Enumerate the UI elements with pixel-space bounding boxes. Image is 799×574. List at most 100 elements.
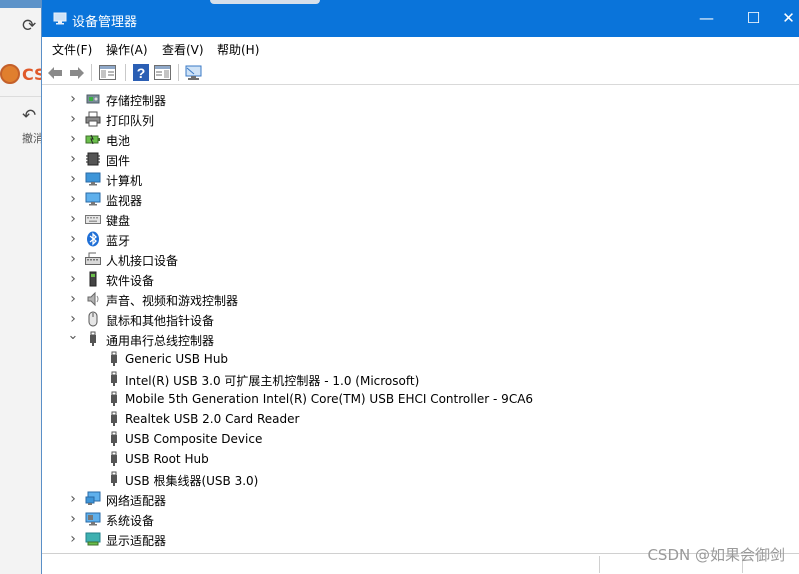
expand-chevron-icon[interactable]: › — [67, 271, 79, 287]
brand-logo-icon — [0, 64, 20, 84]
tree-category[interactable]: › 打印队列 — [42, 109, 742, 129]
menu-action[interactable]: 操作(A) — [106, 41, 148, 58]
tree-category-label: 蓝牙 — [106, 234, 131, 248]
tree-category[interactable]: › 人机接口设备 — [42, 249, 742, 269]
background-brand: CS — [0, 61, 46, 89]
expand-chevron-icon[interactable]: › — [67, 231, 79, 247]
tree-device-label: Realtek USB 2.0 Card Reader — [125, 412, 300, 426]
title-bar[interactable]: 设备管理器 — ☐ ✕ — [42, 0, 799, 37]
expand-chevron-icon[interactable]: › — [67, 251, 79, 267]
tree-category-label: 声音、视频和游戏控制器 — [106, 294, 239, 308]
undo-label: 撤消 — [22, 132, 41, 145]
usb-device-icon — [106, 471, 122, 487]
usb-device-icon — [106, 451, 122, 467]
system-device-icon — [85, 511, 101, 527]
background-divider — [0, 96, 41, 97]
expand-chevron-icon[interactable]: › — [67, 511, 79, 527]
expand-chevron-icon[interactable]: › — [67, 531, 79, 547]
menu-help[interactable]: 帮助(H) — [217, 41, 259, 58]
usb-device-icon — [106, 351, 122, 367]
tree-category-label: 人机接口设备 — [106, 254, 179, 268]
tree-category-label: 计算机 — [106, 174, 143, 188]
monitor-scan-icon[interactable] — [184, 63, 203, 82]
expand-chevron-icon[interactable]: › — [67, 111, 79, 127]
device-manager-window: 设备管理器 — ☐ ✕ 文件(F) 操作(A) 查看(V) 帮助(H) ? › … — [41, 0, 799, 574]
tree-device[interactable]: USB 根集线器(USB 3.0) — [42, 469, 742, 489]
toolbar-separator — [125, 64, 126, 81]
tree-category[interactable]: › 软件设备 — [42, 269, 742, 289]
menu-file[interactable]: 文件(F) — [52, 41, 92, 58]
tree-category[interactable]: › 固件 — [42, 149, 742, 169]
expand-chevron-icon[interactable]: › — [67, 91, 79, 107]
tree-device[interactable]: USB Root Hub — [42, 449, 742, 469]
tree-device-label: USB 根集线器(USB 3.0) — [125, 474, 259, 488]
computer-icon — [85, 171, 101, 187]
tree-category[interactable]: › 声音、视频和游戏控制器 — [42, 289, 742, 309]
tree-category[interactable]: ⌄ 通用串行总线控制器 — [42, 328, 742, 349]
tree-device-label: Mobile 5th Generation Intel(R) Core(TM) … — [125, 392, 534, 406]
tree-category[interactable]: › 系统设备 — [42, 509, 742, 529]
expand-chevron-icon[interactable]: › — [67, 211, 79, 227]
storage-controller-icon — [85, 91, 101, 107]
tree-category-label: 通用串行总线控制器 — [106, 334, 215, 348]
tree-category[interactable]: › 蓝牙 — [42, 229, 742, 249]
tree-category[interactable]: › 电池 — [42, 129, 742, 149]
tree-device[interactable]: USB Composite Device — [42, 429, 742, 449]
help-icon[interactable]: ? — [131, 63, 150, 82]
back-icon[interactable] — [45, 63, 64, 82]
tree-category-label: 监视器 — [106, 194, 143, 208]
tree-category[interactable]: › 鼠标和其他指针设备 — [42, 309, 742, 329]
expand-chevron-icon[interactable]: › — [67, 131, 79, 147]
tree-category-label: 存储控制器 — [106, 94, 167, 108]
tree-category-label: 打印队列 — [106, 114, 155, 128]
tree-category[interactable]: › 监视器 — [42, 189, 742, 209]
tree-category-label: 鼠标和其他指针设备 — [106, 314, 215, 328]
device-manager-icon — [53, 12, 67, 25]
toolbar-separator — [178, 64, 179, 81]
tree-device-label: Intel(R) USB 3.0 可扩展主机控制器 - 1.0 (Microso… — [125, 374, 420, 388]
tree-category-label: 电池 — [106, 134, 131, 148]
tree-category-label: 固件 — [106, 154, 131, 168]
undo-icon[interactable]: ↶ — [22, 106, 41, 126]
forward-icon[interactable] — [67, 63, 86, 82]
tree-device[interactable]: Generic USB Hub — [42, 349, 742, 369]
tree-category[interactable]: › 存储控制器 — [42, 89, 742, 109]
minimize-button[interactable]: — — [683, 0, 730, 37]
svg-text:?: ? — [136, 65, 145, 81]
usb-icon — [85, 331, 101, 347]
printer-icon — [85, 111, 101, 127]
tree-device[interactable]: Realtek USB 2.0 Card Reader — [42, 409, 742, 429]
status-separator — [599, 556, 600, 573]
toolbar-separator — [91, 64, 92, 81]
tree-category-label: 软件设备 — [106, 274, 155, 288]
usb-device-icon — [106, 371, 122, 387]
reload-icon[interactable]: ⟳ — [22, 16, 41, 36]
tree-category[interactable]: › 网络适配器 — [42, 489, 742, 509]
expand-chevron-icon[interactable]: › — [67, 151, 79, 167]
tree-device[interactable]: Mobile 5th Generation Intel(R) Core(TM) … — [42, 389, 742, 409]
background-app: ⟳ CS ↶ 撤消 — [0, 0, 46, 574]
tree-category[interactable]: › 计算机 — [42, 169, 742, 189]
tree-category[interactable]: › 键盘 — [42, 209, 742, 229]
usb-device-icon — [106, 411, 122, 427]
action-pane-icon[interactable] — [153, 63, 172, 82]
maximize-button[interactable]: ☐ — [730, 0, 777, 37]
menu-view[interactable]: 查看(V) — [162, 41, 204, 58]
tree-device[interactable]: Intel(R) USB 3.0 可扩展主机控制器 - 1.0 (Microso… — [42, 369, 742, 389]
collapse-chevron-icon[interactable]: ⌄ — [67, 328, 79, 344]
expand-chevron-icon[interactable]: › — [67, 491, 79, 507]
expand-chevron-icon[interactable]: › — [67, 191, 79, 207]
tree-category[interactable]: › 显示适配器 — [42, 529, 742, 549]
expand-chevron-icon[interactable]: › — [67, 291, 79, 307]
expand-chevron-icon[interactable]: › — [67, 311, 79, 327]
tree-category-label: 系统设备 — [106, 514, 155, 528]
expand-chevron-icon[interactable]: › — [67, 171, 79, 187]
tree-device-label: USB Composite Device — [125, 432, 263, 446]
close-button[interactable]: ✕ — [777, 0, 799, 37]
software-device-icon — [85, 271, 101, 287]
properties-pane-icon[interactable] — [98, 63, 117, 82]
tree-device-label: USB Root Hub — [125, 452, 209, 466]
tree-category-label: 网络适配器 — [106, 494, 167, 508]
background-tab-strip — [0, 0, 41, 8]
battery-icon — [85, 131, 101, 147]
